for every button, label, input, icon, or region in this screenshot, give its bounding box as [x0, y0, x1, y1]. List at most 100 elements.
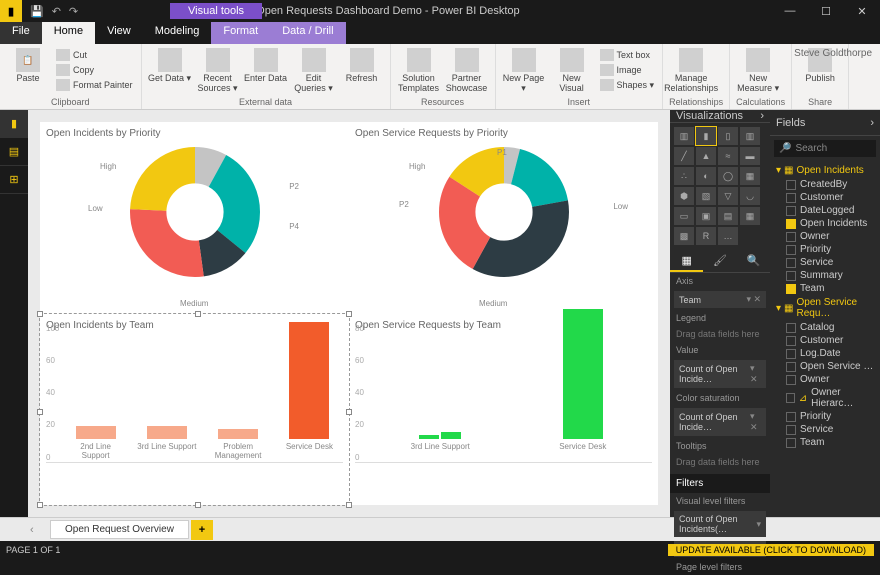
field-createdby[interactable]: CreatedBy [770, 178, 880, 191]
viz-type-map[interactable]: ⬢ [674, 187, 694, 205]
checkbox-icon[interactable] [786, 206, 796, 216]
checkbox-icon[interactable] [786, 258, 796, 268]
field-datelogged[interactable]: DateLogged [770, 204, 880, 217]
checkbox-icon[interactable] [786, 375, 796, 385]
recent-sources-button[interactable]: Recent Sources ▾ [196, 48, 240, 94]
maximize-button[interactable]: ☐ [808, 0, 844, 22]
report-canvas[interactable]: Open Incidents by Priority High P2 P4 Me… [28, 110, 670, 517]
checkbox-icon[interactable] [786, 323, 796, 333]
checkbox-icon[interactable] [786, 438, 796, 448]
checkbox-icon[interactable] [786, 425, 796, 435]
legend-placeholder[interactable]: Drag data fields here [670, 326, 770, 342]
color-sat-field-well[interactable]: Count of Open Incide…▾ ✕ [674, 408, 766, 436]
copy-button[interactable]: Copy [54, 63, 135, 77]
new-visual-button[interactable]: New Visual [550, 48, 594, 93]
dropdown-icon[interactable]: ▾ ✕ [746, 294, 761, 305]
dropdown-icon[interactable]: ▾ ✕ [750, 411, 761, 433]
new-page-button[interactable]: New Page ▾ [502, 48, 546, 94]
field-open-service-[interactable]: Open Service … [770, 360, 880, 373]
field-team[interactable]: Team [770, 282, 880, 295]
checkbox-icon[interactable] [786, 193, 796, 203]
viz-type-import[interactable]: … [718, 227, 738, 245]
checkbox-icon[interactable] [786, 412, 796, 422]
visual-open-incidents-priority[interactable]: Open Incidents by Priority High P2 P4 Me… [40, 122, 349, 314]
refresh-button[interactable]: Refresh [340, 48, 384, 83]
viz-type-donut[interactable]: ◯ [718, 167, 738, 185]
field-catalog[interactable]: Catalog [770, 321, 880, 334]
visual-open-service-requests-priority[interactable]: Open Service Requests by Priority P1 Hig… [349, 122, 658, 314]
viz-type-filled-map[interactable]: ▧ [696, 187, 716, 205]
minimize-button[interactable]: — [772, 0, 808, 22]
dropdown-icon[interactable]: ▾ ✕ [750, 363, 761, 385]
fields-tab[interactable]: ▦ [670, 251, 703, 272]
data-view-button[interactable]: ▤ [0, 138, 28, 166]
tab-data-drill[interactable]: Data / Drill [270, 22, 345, 44]
collapse-icon[interactable]: › [760, 110, 764, 122]
table-open-incidents[interactable]: ▾▦Open Incidents [770, 163, 880, 178]
qat-undo[interactable]: ↶ [52, 5, 61, 18]
checkbox-icon[interactable] [786, 219, 796, 229]
checkbox-icon[interactable] [786, 284, 796, 294]
viz-type-stacked-col[interactable]: ▥ [740, 127, 760, 145]
field-log-date[interactable]: Log.Date [770, 347, 880, 360]
viz-type-stacked-bar[interactable]: ▥ [674, 127, 694, 145]
viz-type-column[interactable]: ▮ [696, 127, 716, 145]
qat-redo[interactable]: ↷ [69, 5, 78, 18]
shapes-button[interactable]: Shapes ▾ [598, 78, 657, 92]
format-painter-button[interactable]: Format Painter [54, 78, 135, 92]
partner-showcase-button[interactable]: Partner Showcase [445, 48, 489, 93]
checkbox-icon[interactable] [786, 245, 796, 255]
viz-type-tree[interactable]: ▦ [740, 167, 760, 185]
enter-data-button[interactable]: Enter Data [244, 48, 288, 83]
field-owner[interactable]: Owner [770, 373, 880, 386]
checkbox-icon[interactable] [786, 232, 796, 242]
field-priority[interactable]: Priority [770, 410, 880, 423]
visual-open-service-requests-team[interactable]: Open Service Requests by Team 020406080 … [349, 314, 658, 506]
viz-type-kpi[interactable]: ▣ [696, 207, 716, 225]
field-summary[interactable]: Summary [770, 269, 880, 282]
viz-type-scatter[interactable]: ∴ [674, 167, 694, 185]
checkbox-icon[interactable] [786, 362, 796, 372]
field-team[interactable]: Team [770, 436, 880, 449]
visual-filter-item[interactable]: Count of Open Incidents(…▾ [674, 511, 766, 537]
tab-file[interactable]: File [0, 22, 42, 44]
checkbox-icon[interactable] [786, 336, 796, 346]
prev-page-button[interactable]: ‹ [30, 524, 50, 536]
viz-type-funnel[interactable]: ▽ [718, 187, 738, 205]
new-measure-button[interactable]: New Measure ▾ [736, 48, 780, 94]
checkbox-icon[interactable] [786, 349, 796, 359]
update-available-button[interactable]: UPDATE AVAILABLE (CLICK TO DOWNLOAD) [668, 544, 874, 556]
solution-templates-button[interactable]: Solution Templates [397, 48, 441, 93]
analytics-tab[interactable]: 🔍 [737, 251, 770, 272]
field-owner-hierarc-[interactable]: ⊿Owner Hierarc… [770, 386, 880, 410]
edit-queries-button[interactable]: Edit Queries ▾ [292, 48, 336, 94]
collapse-icon[interactable]: › [870, 117, 874, 129]
viz-type-clustered[interactable]: ▯ [718, 127, 738, 145]
table-open-service-requests[interactable]: ▾▦Open Service Requ… [770, 295, 880, 321]
tooltips-placeholder[interactable]: Drag data fields here [670, 454, 770, 470]
report-view-button[interactable]: ▮ [0, 110, 28, 138]
axis-field-well[interactable]: Team▾ ✕ [674, 291, 766, 308]
signed-in-user[interactable]: Steve Goldthorpe [794, 48, 872, 59]
field-owner[interactable]: Owner [770, 230, 880, 243]
viz-type-gauge[interactable]: ◡ [740, 187, 760, 205]
field-customer[interactable]: Customer [770, 191, 880, 204]
add-page-button[interactable]: + [191, 520, 213, 540]
cut-button[interactable]: Cut [54, 48, 135, 62]
visual-open-incidents-team[interactable]: Open Incidents by Team 0204060100 2nd Li… [40, 314, 349, 506]
image-button[interactable]: Image [598, 63, 657, 77]
tab-home[interactable]: Home [42, 22, 95, 44]
field-service[interactable]: Service [770, 256, 880, 269]
checkbox-icon[interactable] [786, 393, 795, 403]
qat-save[interactable]: 💾 [30, 5, 44, 18]
field-customer[interactable]: Customer [770, 334, 880, 347]
model-view-button[interactable]: ⊞ [0, 166, 28, 194]
expand-icon[interactable]: ▾ [756, 519, 761, 530]
manage-relationships-button[interactable]: Manage Relationships [669, 48, 713, 93]
viz-type-line[interactable]: ╱ [674, 147, 694, 165]
page-tab[interactable]: Open Request Overview [50, 520, 189, 539]
viz-type-ribbon[interactable]: ≈ [718, 147, 738, 165]
viz-type-slicer[interactable]: ▤ [718, 207, 738, 225]
tab-modeling[interactable]: Modeling [143, 22, 212, 44]
value-field-well[interactable]: Count of Open Incide…▾ ✕ [674, 360, 766, 388]
